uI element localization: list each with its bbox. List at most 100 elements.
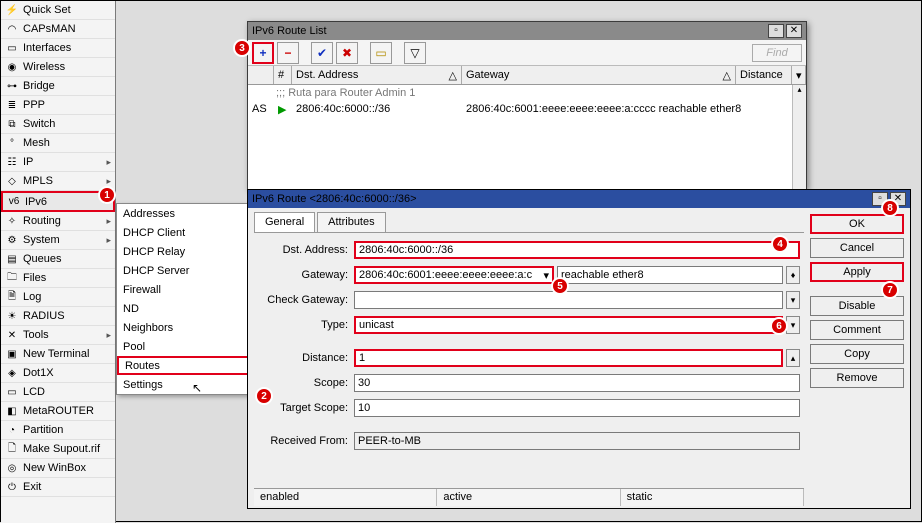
- sidebar-item-new-winbox[interactable]: ◎New WinBox: [1, 459, 115, 478]
- sidebar-item-mpls[interactable]: ◇MPLS: [1, 172, 115, 191]
- dst-address-input[interactable]: 2806:40c:6000::/36: [354, 241, 800, 259]
- copy-button[interactable]: Copy: [810, 344, 904, 364]
- sidebar-item-switch[interactable]: ⧉Switch: [1, 115, 115, 134]
- col-hash[interactable]: #: [274, 66, 292, 84]
- disable-button[interactable]: Disable: [810, 296, 904, 316]
- tab-general[interactable]: General: [254, 212, 315, 232]
- sidebar-item-quick-set[interactable]: ⚡Quick Set: [1, 1, 115, 20]
- window-title: IPv6 Route <2806:40c:6000::/36>: [252, 193, 417, 205]
- menu-icon: ☀: [5, 309, 19, 323]
- distance-input[interactable]: 1: [354, 349, 783, 367]
- sidebar-item-routing[interactable]: ✧Routing: [1, 212, 115, 231]
- chevron-down-icon[interactable]: ▾: [543, 269, 549, 282]
- menu-icon: ⧉: [5, 117, 19, 131]
- scrollbar[interactable]: ▴: [792, 85, 806, 193]
- sidebar-item-log[interactable]: 🗎Log: [1, 288, 115, 307]
- menu-icon: ◧: [5, 404, 19, 418]
- sidebar-item-wireless[interactable]: ◉Wireless: [1, 58, 115, 77]
- col-dst[interactable]: Dst. Address△: [292, 66, 462, 84]
- comment-button[interactable]: ▭: [370, 42, 392, 64]
- col-dist[interactable]: Distance: [736, 66, 792, 84]
- sidebar-item-ip[interactable]: ☷IP: [1, 153, 115, 172]
- window-titlebar[interactable]: IPv6 Route List ▫ ✕: [248, 22, 806, 40]
- check-gateway-input[interactable]: [354, 291, 783, 309]
- sidebar-item-dot1x[interactable]: ◈Dot1X: [1, 364, 115, 383]
- marker-3: 3: [233, 39, 251, 57]
- menu-icon: ⊶: [5, 79, 19, 93]
- filter-button[interactable]: ▽: [404, 42, 426, 64]
- marker-7: 7: [881, 281, 899, 299]
- table-body[interactable]: ▴ ;;; Ruta para Router Admin 1 AS ▶ 2806…: [248, 85, 806, 193]
- menu-icon: °: [5, 136, 19, 150]
- tab-attributes[interactable]: Attributes: [317, 212, 385, 232]
- sidebar-item-bridge[interactable]: ⊶Bridge: [1, 77, 115, 96]
- status-active: active: [437, 489, 620, 506]
- spinner-icon[interactable]: ♦: [786, 266, 800, 284]
- menu-icon: 🗀: [5, 271, 19, 285]
- enable-button[interactable]: ✔: [311, 42, 333, 64]
- marker-2: 2: [255, 387, 273, 405]
- sidebar-item-mesh[interactable]: °Mesh: [1, 134, 115, 153]
- minimize-icon[interactable]: ▫: [768, 24, 784, 38]
- menu-icon: ✕: [5, 328, 19, 342]
- col-flags[interactable]: [248, 66, 274, 84]
- remove-button[interactable]: −: [277, 42, 299, 64]
- find-input[interactable]: Find: [752, 44, 802, 62]
- comment-button[interactable]: Comment: [810, 320, 904, 340]
- chevron-down-icon[interactable]: ▾: [786, 291, 800, 309]
- toolbar: + − ✔ ✖ ▭ ▽ Find: [248, 40, 806, 66]
- remove-button[interactable]: Remove: [810, 368, 904, 388]
- sidebar-item-files[interactable]: 🗀Files: [1, 269, 115, 288]
- tabs: General Attributes: [254, 212, 804, 232]
- window-titlebar[interactable]: IPv6 Route <2806:40c:6000::/36> ▫ ✕: [248, 190, 910, 208]
- disable-button[interactable]: ✖: [336, 42, 358, 64]
- sidebar-item-interfaces[interactable]: ▭Interfaces: [1, 39, 115, 58]
- marker-8: 8: [881, 199, 899, 217]
- gateway-input[interactable]: 2806:40c:6001:eeee:eeee:eeee:a:c▾: [354, 266, 554, 284]
- col-gw[interactable]: Gateway△: [462, 66, 736, 84]
- close-icon[interactable]: ✕: [786, 24, 802, 38]
- label-dst: Dst. Address:: [258, 244, 354, 256]
- sidebar-item-capsman[interactable]: ◠CAPsMAN: [1, 20, 115, 39]
- sidebar-item-queues[interactable]: ▤Queues: [1, 250, 115, 269]
- window-route-list: IPv6 Route List ▫ ✕ + − ✔ ✖ ▭ ▽ Find # D…: [247, 21, 807, 189]
- status-bar: enabled active static: [254, 488, 804, 506]
- col-menu-icon[interactable]: ▾: [792, 66, 806, 84]
- label-chk: Check Gateway:: [258, 294, 354, 306]
- menu-icon: ⚡: [5, 3, 19, 17]
- chevron-down-icon[interactable]: ▾: [786, 316, 800, 334]
- marker-4: 4: [771, 235, 789, 253]
- sidebar-item-new-terminal[interactable]: ▣New Terminal: [1, 345, 115, 364]
- apply-button[interactable]: Apply: [810, 262, 904, 282]
- add-button[interactable]: +: [252, 42, 274, 64]
- status-enabled: enabled: [254, 489, 437, 506]
- menu-icon: ⚙: [5, 233, 19, 247]
- menu-icon: ◉: [5, 60, 19, 74]
- menu-icon: ≣: [5, 98, 19, 112]
- received-from: PEER-to-MB: [354, 432, 800, 450]
- type-input[interactable]: unicast: [354, 316, 783, 334]
- table-header: # Dst. Address△ Gateway△ Distance ▾: [248, 66, 806, 85]
- sidebar-item-system[interactable]: ⚙System: [1, 231, 115, 250]
- menu-icon: ⏻: [5, 480, 19, 494]
- sidebar-item-metarouter[interactable]: ◧MetaROUTER: [1, 402, 115, 421]
- sidebar-item-lcd[interactable]: ▭LCD: [1, 383, 115, 402]
- row-comment: ;;; Ruta para Router Admin 1: [248, 85, 806, 101]
- sidebar-item-radius[interactable]: ☀RADIUS: [1, 307, 115, 326]
- sidebar-item-partition[interactable]: ◔Partition: [1, 421, 115, 440]
- menu-icon: ▤: [5, 252, 19, 266]
- sidebar-item-ppp[interactable]: ≣PPP: [1, 96, 115, 115]
- marker-1: 1: [98, 186, 116, 204]
- cancel-button[interactable]: Cancel: [810, 238, 904, 258]
- menu-icon: ▭: [5, 41, 19, 55]
- sidebar-item-make-supout.rif[interactable]: 🗋Make Supout.rif: [1, 440, 115, 459]
- menu-icon: ◈: [5, 366, 19, 380]
- ok-button[interactable]: OK: [810, 214, 904, 234]
- sidebar-item-tools[interactable]: ✕Tools: [1, 326, 115, 345]
- table-row[interactable]: AS ▶ 2806:40c:6000::/36 2806:40c:6001:ee…: [248, 101, 806, 117]
- target-scope-input[interactable]: 10: [354, 399, 800, 417]
- scope-input[interactable]: 30: [354, 374, 800, 392]
- sidebar-item-exit[interactable]: ⏻Exit: [1, 478, 115, 497]
- menu-icon: ▣: [5, 347, 19, 361]
- chevron-up-icon[interactable]: ▴: [786, 349, 800, 367]
